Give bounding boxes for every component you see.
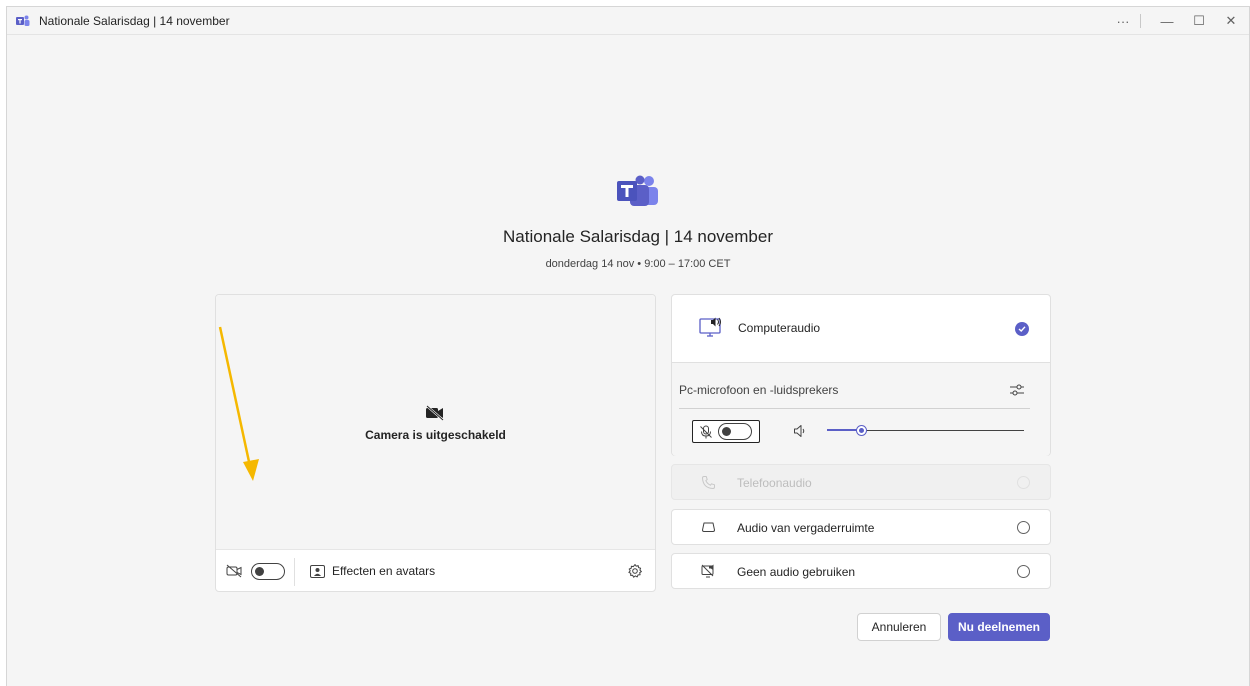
audio-device-settings: Pc-microfoon en -luidsprekers: [672, 363, 1050, 456]
no-audio-option[interactable]: Geen audio gebruiken: [671, 553, 1051, 589]
audio-device-label: Pc-microfoon en -luidsprekers: [679, 383, 839, 397]
computer-audio-label: Computeraudio: [738, 321, 821, 335]
volume-thumb[interactable]: [857, 426, 866, 435]
title-separator: [1140, 14, 1141, 28]
camera-toggle-knob: [255, 567, 264, 576]
room-audio-icon: [702, 522, 715, 532]
video-preview-card: Camera is uitgeschakeld Effecten en avat…: [215, 294, 656, 592]
computer-audio-card: Computeraudio Pc-microfoon en -luidsprek…: [671, 294, 1051, 456]
microphone-toggle[interactable]: [718, 423, 752, 440]
effects-icon[interactable]: [310, 565, 325, 578]
maximize-button[interactable]: ☐: [1185, 11, 1213, 31]
room-audio-label: Audio van vergaderruimte: [737, 521, 875, 535]
speaker-volume-slider[interactable]: [827, 424, 1024, 438]
computer-audio-option[interactable]: Computeraudio: [672, 295, 1050, 363]
phone-audio-option: Telefoonaudio: [671, 464, 1051, 500]
cancel-button[interactable]: Annuleren: [857, 613, 941, 641]
gear-icon[interactable]: [627, 563, 643, 579]
video-preview: Camera is uitgeschakeld: [216, 295, 655, 549]
phone-audio-label: Telefoonaudio: [737, 476, 812, 490]
teams-logo-icon: [617, 175, 658, 206]
title-bar: Nationale Salarisdag | 14 november ··· —…: [7, 7, 1249, 35]
camera-off-text: Camera is uitgeschakeld: [365, 428, 506, 442]
effects-button[interactable]: Effecten en avatars: [332, 564, 435, 578]
camera-toggle[interactable]: [251, 563, 285, 580]
no-audio-icon: [701, 564, 714, 578]
room-audio-radio[interactable]: [1017, 521, 1030, 534]
device-divider: [679, 408, 1030, 409]
phone-icon: [701, 476, 715, 490]
device-settings-icon[interactable]: [1009, 382, 1025, 398]
microphone-off-icon: [700, 425, 712, 439]
teams-prejoin-window: Nationale Salarisdag | 14 november ··· —…: [6, 6, 1250, 686]
meeting-time: donderdag 14 nov • 9:00 – 17:00 CET: [545, 258, 731, 270]
camera-off-outline-icon: [226, 564, 242, 578]
microphone-toggle-group[interactable]: [692, 420, 760, 443]
more-options-button[interactable]: ···: [1109, 11, 1137, 31]
microphone-toggle-knob: [722, 427, 731, 436]
annotation-arrow: [218, 326, 259, 481]
no-audio-radio[interactable]: [1017, 565, 1030, 578]
selected-check-icon: [1015, 322, 1029, 336]
window-title: Nationale Salarisdag | 14 november: [39, 14, 230, 28]
minimize-button[interactable]: —: [1153, 11, 1181, 31]
phone-audio-radio: [1017, 476, 1030, 489]
teams-app-icon: [16, 15, 30, 26]
toolbar-divider: [294, 558, 295, 586]
camera-off-icon: [426, 405, 444, 421]
no-audio-label: Geen audio gebruiken: [737, 565, 856, 579]
preview-toolbar: Effecten en avatars: [216, 549, 655, 592]
join-now-button[interactable]: Nu deelnemen: [948, 613, 1050, 641]
close-button[interactable]: ✕: [1217, 11, 1245, 31]
computer-audio-icon: [699, 317, 721, 337]
room-audio-option[interactable]: Audio van vergaderruimte: [671, 509, 1051, 545]
speaker-icon: [794, 425, 805, 437]
meeting-title: Nationale Salarisdag | 14 november: [503, 227, 773, 246]
